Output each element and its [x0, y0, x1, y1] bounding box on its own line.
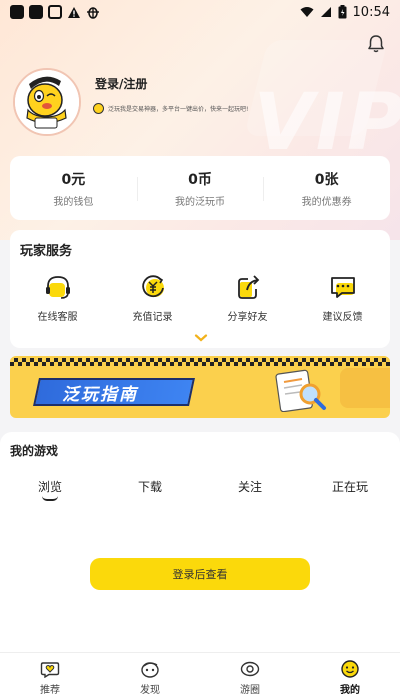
nav-discover[interactable]: 发现 [100, 653, 200, 700]
wallet-balance-label: 我的钱包 [53, 196, 94, 208]
wallet-item-coins[interactable]: 0币 我的泛玩币 [136, 169, 264, 208]
service-online-support[interactable]: 在线客服 [10, 274, 105, 323]
banner-decoration [340, 368, 390, 408]
notification-icon [29, 5, 43, 19]
nav-label: 发现 [140, 685, 160, 696]
battery-icon [338, 5, 347, 19]
wallet-balance-value: 0元 [61, 171, 86, 188]
tab-follow[interactable]: 关注 [200, 478, 300, 495]
login-to-view-button[interactable]: 登录后查看 [90, 558, 310, 590]
bell-icon[interactable] [366, 34, 386, 54]
service-label: 充值记录 [132, 312, 173, 323]
nav-circle[interactable]: 游圈 [200, 653, 300, 700]
tab-label: 下载 [137, 480, 162, 494]
banner-title: 泛玩指南 [62, 385, 138, 405]
status-time: 10:54 [352, 4, 390, 20]
profile-description-text: 泛玩我是交易神器，多平台一键出价，快来一起玩吧! [108, 106, 249, 113]
wallet-coins-value: 0币 [188, 171, 212, 188]
bug-icon [87, 7, 99, 19]
tab-label: 关注 [237, 480, 262, 494]
tab-label: 浏览 [37, 480, 62, 494]
my-games-section: 我的游戏 浏览 下载 关注 正在玩 登录后查看 [0, 432, 400, 652]
banner-checker-top [10, 358, 390, 366]
headset-icon [45, 276, 70, 299]
feedback-icon [330, 277, 355, 298]
service-share-friends[interactable]: 分享好友 [200, 274, 295, 323]
nav-label: 推荐 [40, 685, 60, 696]
active-tab-indicator [42, 496, 58, 501]
share-icon [237, 275, 259, 299]
service-feedback[interactable]: 建议反馈 [295, 274, 390, 323]
discover-face-icon [141, 662, 159, 678]
warning-icon [68, 6, 80, 18]
eye-circle-icon [240, 661, 260, 677]
bottom-navigation: 推荐 发现 游圈 我的 [0, 652, 400, 700]
wallet-coupons-value: 0张 [314, 171, 339, 188]
service-label: 在线客服 [37, 312, 78, 323]
guide-banner[interactable]: 泛玩指南 [10, 356, 390, 418]
services-title: 玩家服务 [20, 244, 73, 259]
signal-icon [320, 7, 331, 17]
player-services-card: 玩家服务 在线客服 充值记录 分享好友 建议反馈 [10, 230, 390, 348]
wallet-coupons-label: 我的优惠券 [301, 196, 352, 208]
document-magnifier-icon [275, 369, 326, 412]
vip-watermark: VIP [253, 78, 400, 168]
avatar[interactable] [13, 68, 81, 136]
mini-mascot-icon [93, 103, 104, 114]
wallet-item-balance[interactable]: 0元 我的钱包 [10, 169, 137, 208]
service-label: 建议反馈 [322, 312, 363, 323]
wallet-item-coupons[interactable]: 0张 我的优惠券 [263, 169, 390, 208]
games-tabs: 浏览 下载 关注 正在玩 [0, 478, 400, 501]
smiley-face-icon [341, 660, 359, 678]
tab-browse[interactable]: 浏览 [0, 478, 100, 501]
wallet-card: 0元 我的钱包 0币 我的泛玩币 0张 我的优惠券 [10, 156, 390, 220]
notification-icon [48, 5, 62, 19]
nav-recommend[interactable]: 推荐 [0, 653, 100, 700]
yuan-recharge-icon [141, 275, 164, 298]
games-title: 我的游戏 [10, 444, 59, 458]
chevron-down-icon[interactable] [194, 334, 208, 342]
tab-download[interactable]: 下载 [100, 478, 200, 495]
wallet-coins-label: 我的泛玩币 [175, 196, 225, 208]
tab-playing[interactable]: 正在玩 [300, 478, 400, 495]
nav-mine[interactable]: 我的 [300, 653, 400, 700]
nav-label: 游圈 [240, 685, 260, 696]
heart-chat-icon [40, 662, 60, 678]
notification-icon [10, 5, 24, 19]
nav-label: 我的 [340, 685, 360, 696]
status-bar: 10:54 [0, 0, 400, 24]
service-recharge-records[interactable]: 充值记录 [105, 274, 200, 323]
services-row: 在线客服 充值记录 分享好友 建议反馈 [10, 274, 390, 323]
status-system: 10:54 [300, 5, 390, 20]
mascot-icon [15, 70, 79, 134]
tab-label: 正在玩 [331, 480, 368, 494]
status-notifications [10, 5, 100, 19]
profile-description: 泛玩我是交易神器，多平台一键出价，快来一起玩吧! [93, 103, 248, 114]
service-label: 分享好友 [227, 312, 268, 323]
wifi-icon [300, 7, 314, 17]
login-register-link[interactable]: 登录/注册 [95, 75, 147, 92]
